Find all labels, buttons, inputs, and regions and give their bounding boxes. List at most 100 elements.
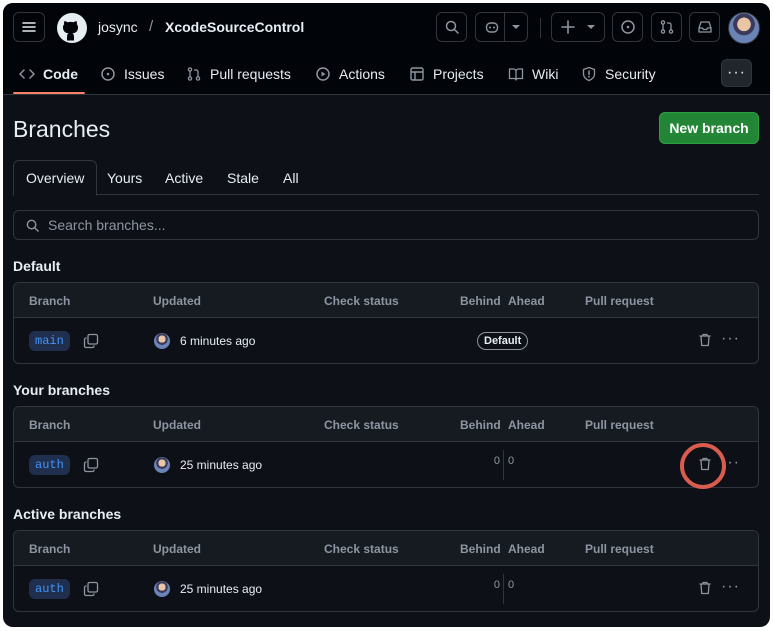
updated-time: 6 minutes ago xyxy=(180,334,256,348)
table-row: auth 25 minutes ago 0 0 ··· xyxy=(14,566,758,611)
tab-issues[interactable]: Issues xyxy=(100,63,164,85)
column-header-updated: Updated xyxy=(153,294,201,308)
row-menu-button[interactable]: ··· xyxy=(721,578,740,596)
new-branch-button[interactable]: New branch xyxy=(659,112,759,144)
inbox-icon xyxy=(697,21,712,33)
column-header-behind: Behind xyxy=(460,542,501,556)
tab-pull-requests[interactable]: Pull requests xyxy=(186,63,291,85)
your-branches-table: Branch Updated Check status Behind Ahead… xyxy=(13,406,759,488)
repo-name-link[interactable]: XcodeSourceControl xyxy=(165,19,304,35)
ahead-count: 0 xyxy=(508,455,515,467)
row-menu-button[interactable]: ··· xyxy=(721,330,740,348)
column-header-check-status: Check status xyxy=(324,418,399,432)
column-header-ahead: Ahead xyxy=(508,294,545,308)
avatar[interactable] xyxy=(154,457,170,473)
tab-pull-requests-label: Pull requests xyxy=(210,66,291,82)
branch-name-link[interactable]: auth xyxy=(29,455,70,475)
tab-active[interactable]: Active xyxy=(153,160,215,195)
tab-all[interactable]: All xyxy=(271,160,311,195)
section-title-default: Default xyxy=(13,258,61,274)
column-header-pull-request: Pull request xyxy=(585,294,654,308)
repo-owner-link[interactable]: josync xyxy=(98,19,138,35)
tab-code[interactable]: Code xyxy=(19,63,78,85)
table-header: Branch Updated Check status Behind Ahead… xyxy=(14,407,758,442)
tab-overview[interactable]: Overview xyxy=(13,160,98,196)
column-header-behind: Behind xyxy=(460,294,501,308)
page-title: Branches xyxy=(13,116,111,142)
tab-yours[interactable]: Yours xyxy=(95,160,154,195)
search-branches-input[interactable] xyxy=(48,217,758,233)
tab-projects[interactable]: Projects xyxy=(409,63,484,85)
hamburger-menu-button[interactable] xyxy=(13,12,45,42)
branch-name-link[interactable]: main xyxy=(29,331,70,351)
tab-code-label: Code xyxy=(43,66,78,82)
copy-icon[interactable] xyxy=(83,457,99,473)
updated-time: 25 minutes ago xyxy=(180,458,263,472)
pull-request-icon xyxy=(660,20,673,34)
pull-request-icon xyxy=(187,67,201,81)
play-circle-icon xyxy=(316,67,330,81)
issues-button[interactable] xyxy=(612,12,643,42)
behind-count: 0 xyxy=(493,579,500,591)
tab-projects-label: Projects xyxy=(433,66,484,82)
user-avatar[interactable] xyxy=(728,12,760,44)
ahead-behind-divider xyxy=(503,574,504,604)
create-new-button[interactable] xyxy=(551,12,605,42)
table-row: auth 25 minutes ago 0 0 ··· xyxy=(14,442,758,487)
chevron-down-icon xyxy=(587,25,595,29)
more-nav-button[interactable]: ··· xyxy=(721,59,752,87)
tab-issues-label: Issues xyxy=(124,66,165,82)
column-header-branch: Branch xyxy=(29,542,71,556)
default-badge: Default xyxy=(477,332,529,350)
column-header-ahead: Ahead xyxy=(508,542,545,556)
active-tab-underline xyxy=(13,92,85,94)
column-header-behind: Behind xyxy=(460,418,501,432)
column-header-branch: Branch xyxy=(29,294,71,308)
pull-requests-button[interactable] xyxy=(651,12,682,42)
search-button[interactable] xyxy=(436,12,467,42)
column-header-ahead: Ahead xyxy=(508,418,545,432)
section-title-your-branches: Your branches xyxy=(13,382,110,398)
copy-icon[interactable] xyxy=(83,581,99,597)
column-header-check-status: Check status xyxy=(324,294,399,308)
inbox-button[interactable] xyxy=(689,12,720,42)
behind-count: 0 xyxy=(493,455,500,467)
column-header-check-status: Check status xyxy=(324,542,399,556)
shield-icon xyxy=(582,66,596,82)
header-divider xyxy=(540,18,541,38)
avatar[interactable] xyxy=(154,581,170,597)
search-icon xyxy=(26,219,39,232)
trash-icon[interactable] xyxy=(697,332,713,348)
github-logo-icon[interactable] xyxy=(56,12,88,44)
ahead-behind-divider xyxy=(503,450,504,480)
column-header-branch: Branch xyxy=(29,418,71,432)
tab-actions[interactable]: Actions xyxy=(315,63,385,85)
search-branches-field[interactable] xyxy=(13,210,759,240)
code-icon xyxy=(19,69,35,79)
table-header: Branch Updated Check status Behind Ahead… xyxy=(14,283,758,318)
issue-circle-icon xyxy=(101,67,115,81)
copy-icon[interactable] xyxy=(83,333,99,349)
column-header-pull-request: Pull request xyxy=(585,542,654,556)
top-header: josync / XcodeSourceControl xyxy=(3,3,770,51)
ahead-count: 0 xyxy=(508,579,515,591)
tab-wiki[interactable]: Wiki xyxy=(508,63,558,85)
tab-stale[interactable]: Stale xyxy=(215,160,271,195)
hamburger-icon xyxy=(22,22,36,32)
tab-security[interactable]: Security xyxy=(581,63,656,85)
app-window: josync / XcodeSourceControl Code Issues … xyxy=(3,3,770,627)
column-header-updated: Updated xyxy=(153,418,201,432)
table-row: main 6 minutes ago Default ··· xyxy=(14,318,758,363)
avatar[interactable] xyxy=(154,333,170,349)
active-branches-table: Branch Updated Check status Behind Ahead… xyxy=(13,530,759,612)
branch-filter-tabs: Overview Yours Active Stale All xyxy=(13,160,759,196)
delete-highlight-circle xyxy=(680,443,726,489)
chevron-down-icon xyxy=(512,25,520,29)
branch-name-link[interactable]: auth xyxy=(29,579,70,599)
plus-icon xyxy=(561,20,575,34)
tab-security-label: Security xyxy=(605,66,656,82)
copilot-button[interactable] xyxy=(475,12,528,42)
trash-icon[interactable] xyxy=(697,580,713,596)
repo-nav: Code Issues Pull requests Actions Projec… xyxy=(3,51,770,95)
table-header: Branch Updated Check status Behind Ahead… xyxy=(14,531,758,566)
